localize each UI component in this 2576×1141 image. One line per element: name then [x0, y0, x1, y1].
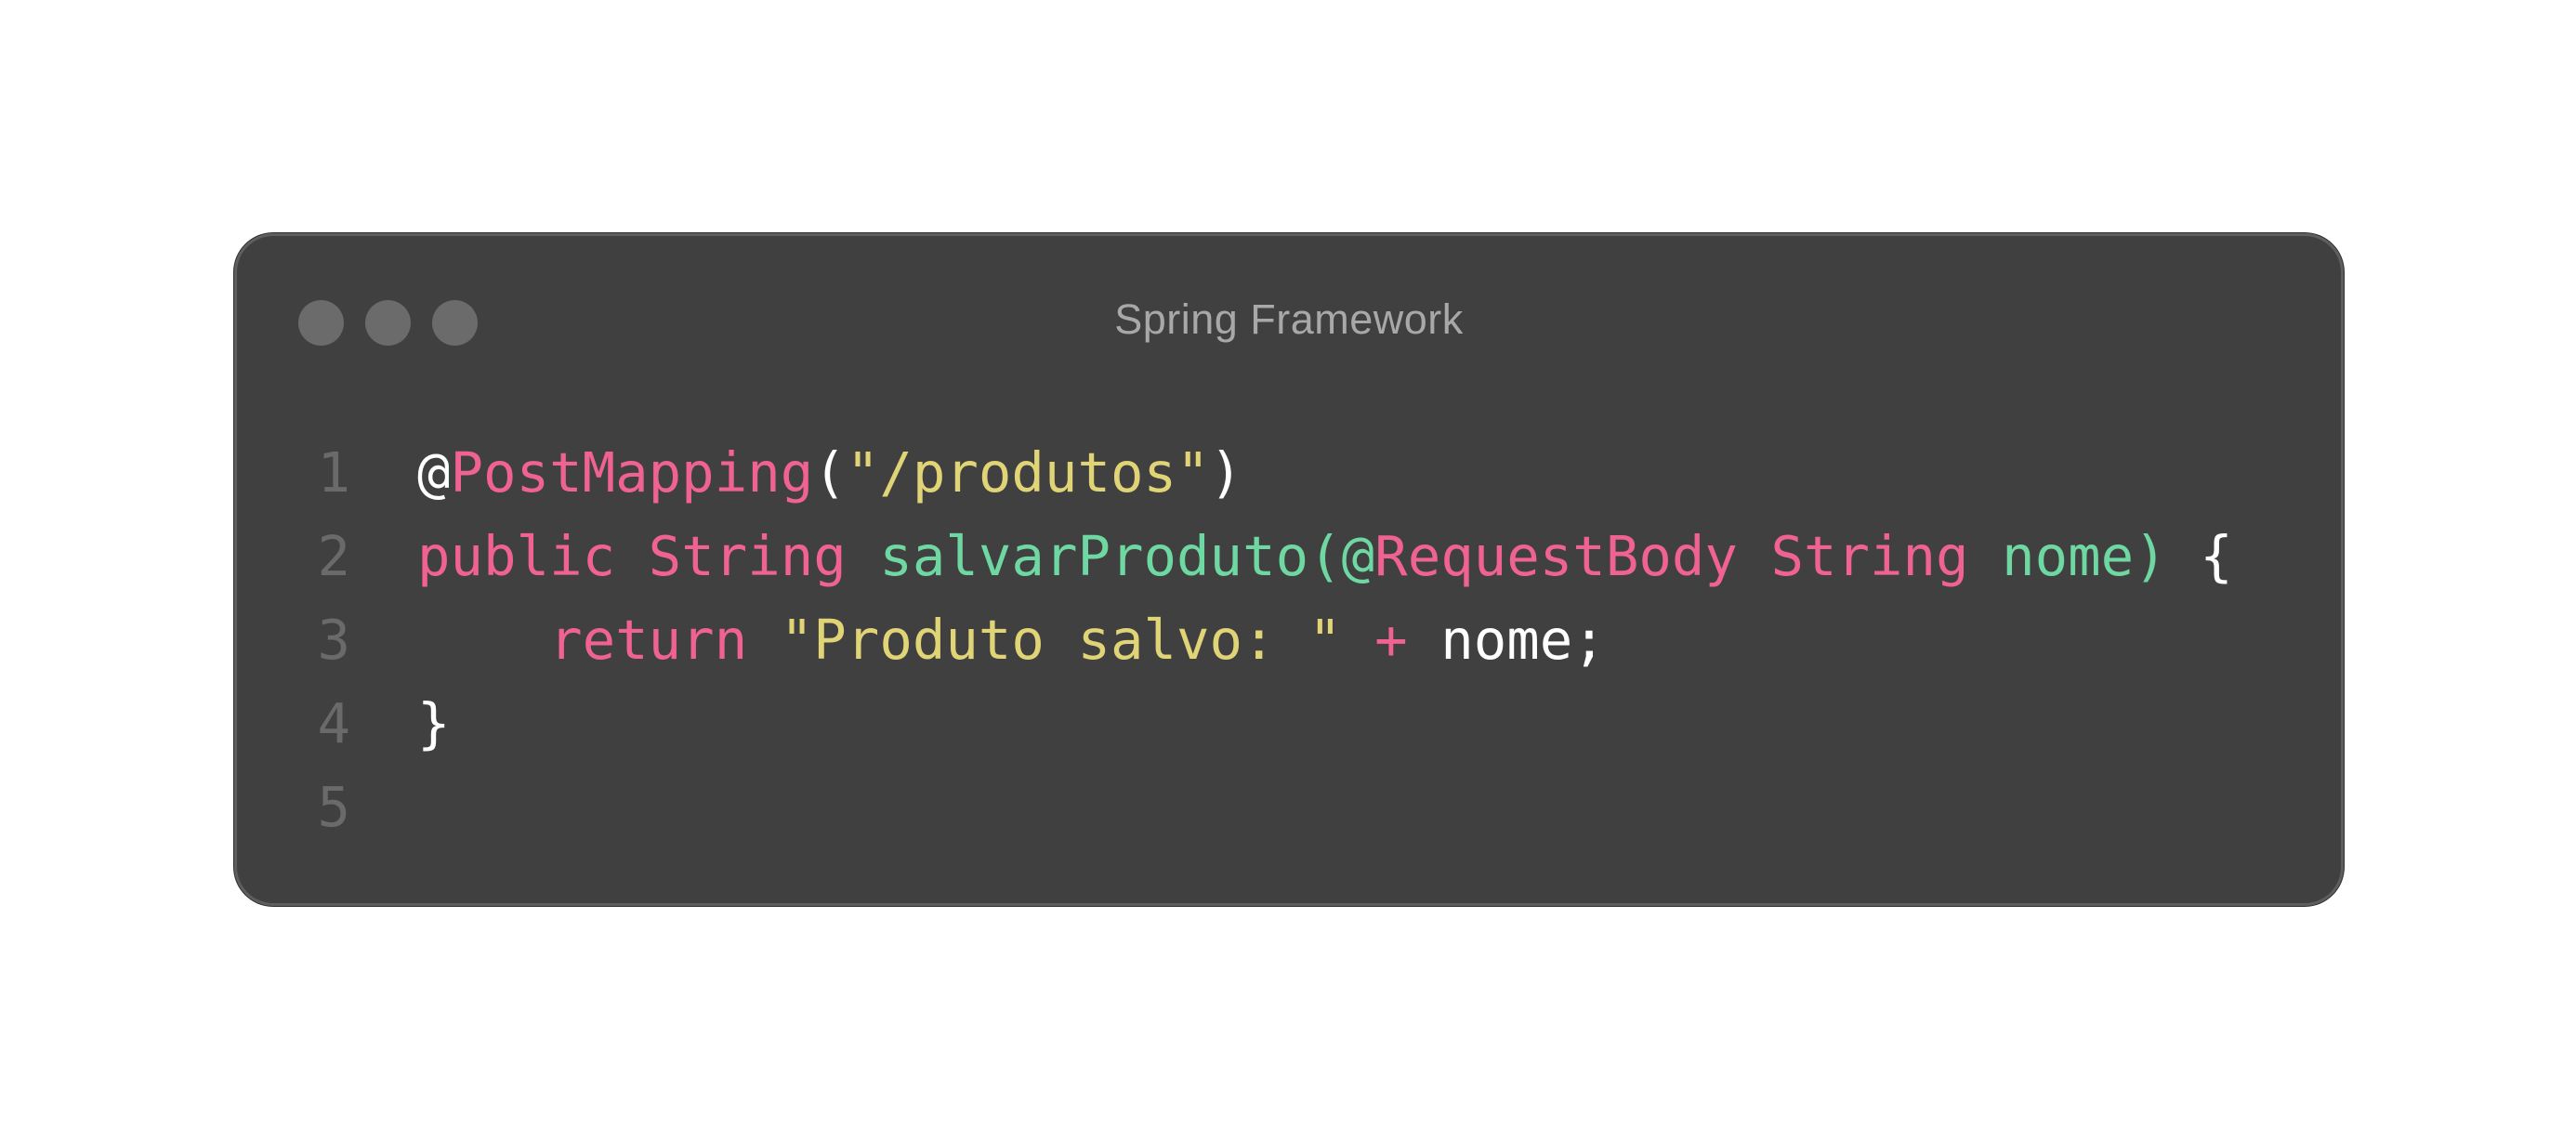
line-number: 3: [317, 608, 350, 672]
code-token: String: [648, 524, 847, 588]
line-number: 5: [317, 775, 350, 839]
code-line: 4}: [237, 682, 2233, 766]
code-token: PostMapping: [450, 440, 814, 505]
code-token: salvarProduto(@: [879, 524, 1375, 588]
code-line: 5: [237, 766, 2233, 849]
code-window: Spring Framework 1 @PostMapping("/produto…: [234, 233, 2344, 906]
code-token: RequestBody: [1374, 524, 1738, 588]
code-line: 2 public String salvarProduto(@RequestBod…: [237, 515, 2233, 598]
code-token: (: [813, 440, 847, 505]
line-number: 4: [317, 691, 350, 755]
code-token: ): [1209, 440, 1243, 505]
code-block[interactable]: 1 @PostMapping("/produtos") 2 public String…: [237, 431, 2233, 849]
code-token: "Produto salvo: ": [780, 608, 1342, 672]
code-line: 1 @PostMapping("/produtos"): [237, 431, 2233, 515]
code-token: nome): [2002, 524, 2167, 588]
code-line: 3 return "Produto salvo: " + nome;: [237, 598, 2233, 682]
window-title: Spring Framework: [1114, 295, 1464, 343]
code-token: nome;: [1407, 608, 1606, 672]
line-number: 2: [317, 524, 350, 588]
code-token: +: [1374, 608, 1408, 672]
code-token: return: [549, 608, 748, 672]
line-number: 1: [317, 440, 350, 505]
code-token: {: [2166, 524, 2233, 588]
code-token: public: [417, 524, 616, 588]
code-token: }: [417, 691, 451, 755]
code-token: "/produtos": [846, 440, 1210, 505]
code-token: String: [1770, 524, 1969, 588]
code-token: @: [417, 440, 451, 505]
